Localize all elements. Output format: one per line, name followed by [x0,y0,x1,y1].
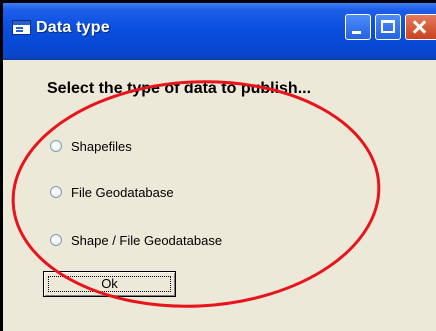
prompt-label: Select the type of data to publish... [47,80,312,97]
option-label: Shape / File Geodatabase [71,232,223,248]
radio-button[interactable] [50,234,62,246]
window-title: Data type [36,19,110,36]
option-label: Shapefiles [71,138,132,154]
radio-button[interactable] [50,140,62,152]
title-bar[interactable]: Data type [3,3,436,60]
option-shape-file-geodatabase[interactable]: Shape / File Geodatabase [50,231,222,249]
option-label: File Geodatabase [71,184,174,200]
option-shapefiles[interactable]: Shapefiles [50,137,132,155]
ok-button[interactable]: Ok [43,271,176,297]
application-icon [12,20,31,35]
maximize-button[interactable] [375,14,401,40]
close-button[interactable] [405,14,436,40]
ok-button-label: Ok [101,275,118,291]
dialog-window: Data type Select the type of data to pub… [3,3,436,331]
option-file-geodatabase[interactable]: File Geodatabase [50,183,174,201]
minimize-button[interactable] [345,14,371,40]
radio-button[interactable] [50,186,62,198]
